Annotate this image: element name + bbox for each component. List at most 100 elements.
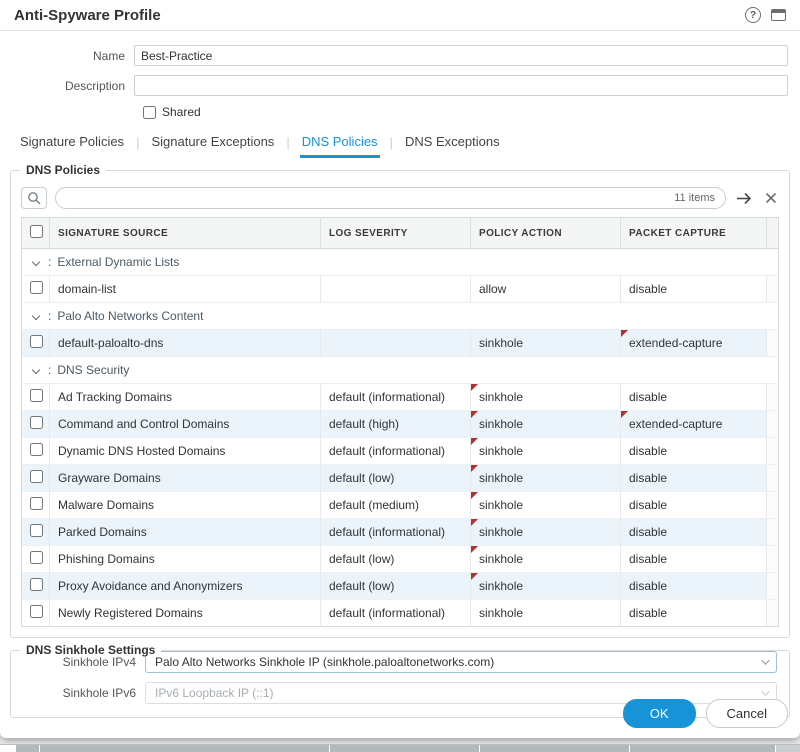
table-row[interactable]: Parked Domainsdefault (informational)sin…	[22, 519, 779, 546]
cell-packet-capture[interactable]: disable	[621, 519, 767, 546]
cell-log-severity	[321, 330, 471, 357]
group-row[interactable]: :External Dynamic Lists	[22, 249, 779, 276]
cell-signature-source: Newly Registered Domains	[50, 600, 321, 627]
table-row[interactable]: default-paloalto-dnssinkholeextended-cap…	[22, 330, 779, 357]
cell-policy-action[interactable]: sinkhole	[471, 546, 621, 573]
cell-packet-capture[interactable]: disable	[621, 276, 767, 303]
row-checkbox[interactable]	[30, 281, 43, 294]
row-checkbox-cell	[22, 384, 50, 411]
description-input[interactable]	[134, 75, 788, 96]
cell-policy-action[interactable]: sinkhole	[471, 384, 621, 411]
row-checkbox[interactable]	[30, 605, 43, 618]
sinkhole-ipv6-value: IPv6 Loopback IP (::1)	[155, 686, 274, 700]
row-checkbox-cell	[22, 465, 50, 492]
cell-policy-action[interactable]: sinkhole	[471, 411, 621, 438]
dialog-title: Anti-Spyware Profile	[14, 7, 161, 24]
sinkhole-ipv4-value: Palo Alto Networks Sinkhole IP (sinkhole…	[155, 655, 494, 669]
cell-signature-source: Grayware Domains	[50, 465, 321, 492]
cell-packet-capture[interactable]: disable	[621, 600, 767, 627]
name-input[interactable]	[134, 45, 788, 66]
column-header-packet-capture[interactable]: PACKET CAPTURE	[621, 218, 767, 249]
group-row[interactable]: :Palo Alto Networks Content	[22, 303, 779, 330]
cell-packet-capture[interactable]: disable	[621, 492, 767, 519]
row-checkbox[interactable]	[30, 524, 43, 537]
tab-dns-exceptions[interactable]: DNS Exceptions	[393, 127, 512, 158]
collapse-chevron-icon[interactable]	[32, 366, 40, 374]
scrollbar-gutter	[767, 519, 779, 546]
cell-packet-capture[interactable]: disable	[621, 546, 767, 573]
cell-policy-action[interactable]: allow	[471, 276, 621, 303]
row-checkbox[interactable]	[30, 551, 43, 564]
search-row: 11 items	[11, 171, 789, 217]
items-count: 11 items	[666, 192, 715, 204]
cell-packet-capture[interactable]: disable	[621, 438, 767, 465]
profile-form: Name Description Shared	[0, 31, 800, 119]
collapse-chevron-icon[interactable]	[32, 258, 40, 266]
group-prefix: :	[48, 255, 51, 269]
window-icon[interactable]	[771, 9, 786, 21]
modified-flag-icon	[471, 384, 478, 391]
cell-policy-action[interactable]: sinkhole	[471, 519, 621, 546]
anti-spyware-profile-dialog: Anti-Spyware Profile Name Description Sh…	[0, 0, 800, 738]
clear-filter-icon[interactable]	[763, 190, 779, 206]
column-header-signature-source[interactable]: SIGNATURE SOURCE	[50, 218, 321, 249]
cell-policy-action[interactable]: sinkhole	[471, 492, 621, 519]
row-checkbox[interactable]	[30, 578, 43, 591]
cell-packet-capture[interactable]: extended-capture	[621, 330, 767, 357]
shared-checkbox[interactable]	[143, 106, 156, 119]
modified-flag-icon	[621, 411, 628, 418]
table-row[interactable]: Malware Domainsdefault (medium)sinkholed…	[22, 492, 779, 519]
row-checkbox[interactable]	[30, 335, 43, 348]
column-header-log-severity[interactable]: LOG SEVERITY	[321, 218, 471, 249]
table-row[interactable]: Grayware Domainsdefault (low)sinkholedis…	[22, 465, 779, 492]
help-icon[interactable]	[745, 7, 761, 23]
cell-packet-capture[interactable]: extended-capture	[621, 411, 767, 438]
cell-policy-action[interactable]: sinkhole	[471, 438, 621, 465]
scrollbar-gutter	[767, 330, 779, 357]
select-all-checkbox[interactable]	[30, 225, 43, 238]
cell-log-severity: default (informational)	[321, 438, 471, 465]
search-pill: 11 items	[55, 187, 726, 209]
dialog-footer: OK Cancel	[623, 699, 788, 728]
ok-button[interactable]: OK	[623, 699, 696, 728]
table-row[interactable]: Ad Tracking Domainsdefault (informationa…	[22, 384, 779, 411]
group-row[interactable]: :DNS Security	[22, 357, 779, 384]
table-row[interactable]: Proxy Avoidance and Anonymizersdefault (…	[22, 573, 779, 600]
table-row[interactable]: Command and Control Domainsdefault (high…	[22, 411, 779, 438]
table-row[interactable]: Newly Registered Domainsdefault (informa…	[22, 600, 779, 627]
table-row[interactable]: Dynamic DNS Hosted Domainsdefault (infor…	[22, 438, 779, 465]
cell-log-severity: default (medium)	[321, 492, 471, 519]
sinkhole-section-label: DNS Sinkhole Settings	[20, 643, 161, 657]
row-checkbox[interactable]	[30, 470, 43, 483]
cell-log-severity: default (low)	[321, 546, 471, 573]
cell-signature-source: Ad Tracking Domains	[50, 384, 321, 411]
sinkhole-ipv4-select[interactable]: Palo Alto Networks Sinkhole IP (sinkhole…	[145, 651, 777, 673]
row-checkbox[interactable]	[30, 389, 43, 402]
row-checkbox[interactable]	[30, 497, 43, 510]
cell-policy-action[interactable]: sinkhole	[471, 330, 621, 357]
tab-signature-policies[interactable]: Signature Policies	[8, 127, 136, 158]
search-icon[interactable]	[21, 187, 47, 209]
cancel-button[interactable]: Cancel	[706, 699, 788, 728]
apply-filter-arrow-icon[interactable]	[734, 190, 755, 207]
group-prefix: :	[48, 309, 51, 323]
table-row[interactable]: Phishing Domainsdefault (low)sinkholedis…	[22, 546, 779, 573]
column-header-policy-action[interactable]: POLICY ACTION	[471, 218, 621, 249]
table-row[interactable]: domain-listallowdisable	[22, 276, 779, 303]
chevron-down-icon	[761, 656, 769, 664]
tab-bar: Signature PoliciesSignature ExceptionsDN…	[0, 125, 800, 158]
cell-log-severity	[321, 276, 471, 303]
cell-policy-action[interactable]: sinkhole	[471, 573, 621, 600]
cell-packet-capture[interactable]: disable	[621, 465, 767, 492]
row-checkbox[interactable]	[30, 416, 43, 429]
collapse-chevron-icon[interactable]	[32, 312, 40, 320]
row-checkbox[interactable]	[30, 443, 43, 456]
cell-policy-action[interactable]: sinkhole	[471, 600, 621, 627]
cell-packet-capture[interactable]: disable	[621, 384, 767, 411]
search-input[interactable]	[66, 190, 666, 206]
tab-dns-policies[interactable]: DNS Policies	[290, 127, 390, 158]
cell-policy-action[interactable]: sinkhole	[471, 465, 621, 492]
cell-packet-capture[interactable]: disable	[621, 573, 767, 600]
tab-signature-exceptions[interactable]: Signature Exceptions	[139, 127, 286, 158]
row-checkbox-cell	[22, 411, 50, 438]
